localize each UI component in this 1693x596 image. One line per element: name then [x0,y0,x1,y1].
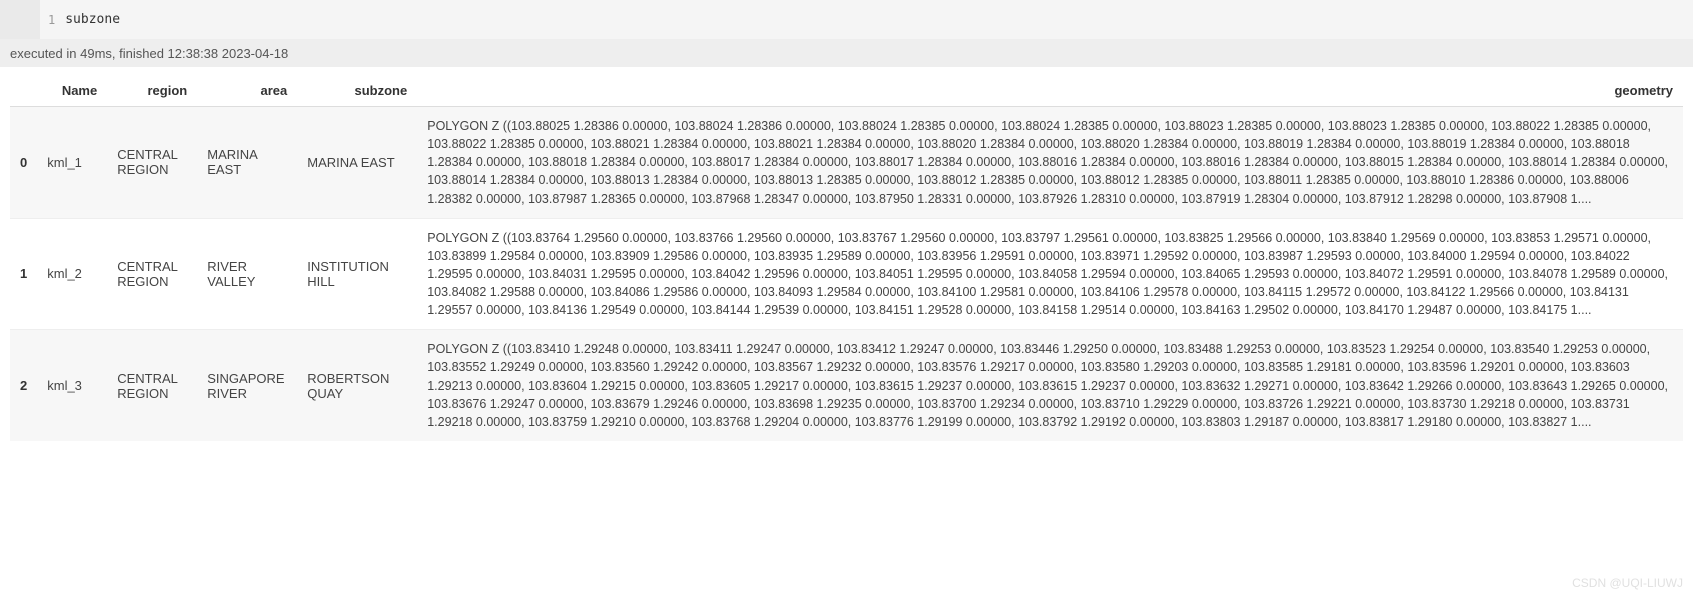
col-header-subzone: subzone [297,75,417,107]
cell-geometry: POLYGON Z ((103.83410 1.29248 0.00000, 1… [417,330,1683,441]
cell-region: CENTRAL REGION [107,330,197,441]
cell-name: kml_2 [37,218,107,330]
code-cell[interactable]: 1 subzone [0,0,1693,40]
table-row: 1 kml_2 CENTRAL REGION RIVER VALLEY INST… [10,218,1683,330]
cell-subzone: MARINA EAST [297,107,417,219]
cell-geometry: POLYGON Z ((103.88025 1.28386 0.00000, 1… [417,107,1683,219]
output-area: Name region area subzone geometry 0 kml_… [0,67,1693,441]
dataframe-table: Name region area subzone geometry 0 kml_… [10,75,1683,441]
table-row: 0 kml_1 CENTRAL REGION MARINA EAST MARIN… [10,107,1683,219]
cell-geometry: POLYGON Z ((103.83764 1.29560 0.00000, 1… [417,218,1683,330]
cell-area: SINGAPORE RIVER [197,330,297,441]
cell-name: kml_3 [37,330,107,441]
cell-area: RIVER VALLEY [197,218,297,330]
col-header-area: area [197,75,297,107]
col-header-region: region [107,75,197,107]
prompt-area [0,0,40,39]
cell-name: kml_1 [37,107,107,219]
cell-region: CENTRAL REGION [107,107,197,219]
watermark: CSDN @UQI-LIUWJ [1572,576,1683,590]
index-header [10,75,37,107]
row-index: 2 [10,330,37,441]
execution-status: executed in 49ms, finished 12:38:38 2023… [0,40,1693,67]
col-header-name: Name [37,75,107,107]
code-text[interactable]: subzone [59,12,120,27]
cell-area: MARINA EAST [197,107,297,219]
table-row: 2 kml_3 CENTRAL REGION SINGAPORE RIVER R… [10,330,1683,441]
col-header-geometry: geometry [417,75,1683,107]
cell-subzone: ROBERTSON QUAY [297,330,417,441]
row-index: 1 [10,218,37,330]
cell-region: CENTRAL REGION [107,218,197,330]
table-header-row: Name region area subzone geometry [10,75,1683,107]
cell-subzone: INSTITUTION HILL [297,218,417,330]
row-index: 0 [10,107,37,219]
line-number: 1 [40,13,59,27]
